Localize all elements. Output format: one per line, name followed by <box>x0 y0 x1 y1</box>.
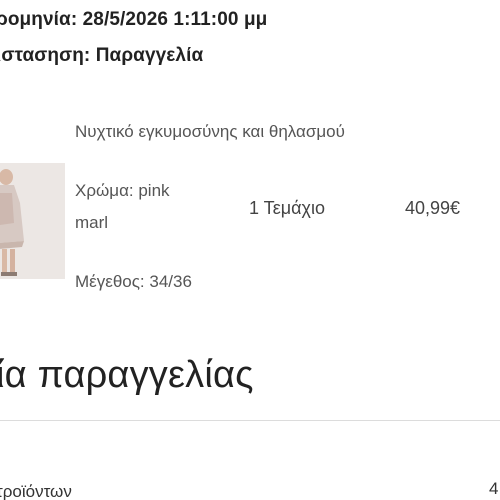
divider <box>0 420 500 421</box>
summary-row-value: 4 <box>489 479 499 498</box>
summary-row-label: τροϊόντων <box>0 482 72 500</box>
order-summary-title: ία παραγγελίας <box>0 354 254 396</box>
order-date: ρομηνία: 28/5/2026 1:11:00 μμ <box>0 9 268 30</box>
product-color-label: Χρώμα: pink <box>75 181 170 200</box>
product-image-icon <box>0 163 65 279</box>
product-size: Μέγεθος: 34/36 <box>75 272 192 291</box>
order-status: ιστασηση: Παραγγελία <box>0 45 204 66</box>
product-price: 40,99€ <box>405 198 461 218</box>
product-color-value: marl <box>75 213 109 232</box>
product-name[interactable]: Νυχτικό εγκυμοσύνης και θηλασμού <box>75 122 345 142</box>
product-quantity: 1 Τεμάχιο <box>249 198 325 218</box>
product-thumbnail[interactable] <box>0 163 65 279</box>
